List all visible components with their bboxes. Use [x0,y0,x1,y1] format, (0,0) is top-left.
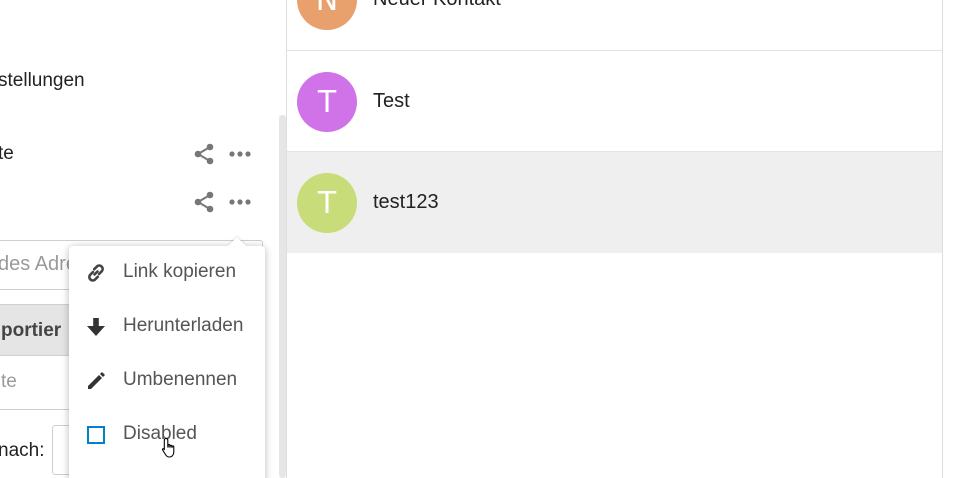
pencil-icon [84,369,108,393]
menu-item-download[interactable]: Herunterladen [69,300,265,354]
contact-row[interactable]: T Test [287,51,942,152]
hand-cursor-icon [161,437,181,459]
download-icon [84,315,108,339]
menu-item-label: Umbenennen [123,369,238,390]
avatar: T [297,72,357,132]
addressbook-row-label[interactable]: te [0,143,14,165]
more-icon[interactable] [229,191,251,213]
addressbook-row-actions [193,191,251,213]
avatar: N [297,0,357,30]
contact-name: Neuer Kontakt [373,0,501,11]
menu-item-rename[interactable]: Umbenennen [69,354,265,408]
checkbox-icon[interactable] [84,423,108,447]
share-icon[interactable] [193,143,215,165]
menu-item-copy-link[interactable]: Link kopieren [69,246,265,300]
contact-name: Test [373,90,410,112]
contact-row[interactable]: T test123 [287,152,942,253]
address-input-placeholder: des Adre [0,253,77,275]
contact-row[interactable]: N Neuer Kontakt [287,0,942,51]
sort-label: nach: [0,440,45,461]
import-button-label: portier [1,320,62,341]
scrollbar[interactable] [279,115,286,478]
link-icon [84,261,108,285]
addressbook-select-value: te [1,371,17,392]
contact-name: test123 [373,191,439,213]
addressbook-row-actions [193,143,251,165]
settings-label[interactable]: stellungen [0,70,85,92]
share-icon[interactable] [193,191,215,213]
avatar: T [297,173,357,233]
more-icon[interactable] [229,143,251,165]
contacts-list: N Neuer Kontakt T Test T test123 [286,0,943,478]
menu-item-label: Disabled [123,423,197,444]
menu-item-label: Herunterladen [123,315,244,336]
menu-item-label: Link kopieren [123,261,237,282]
